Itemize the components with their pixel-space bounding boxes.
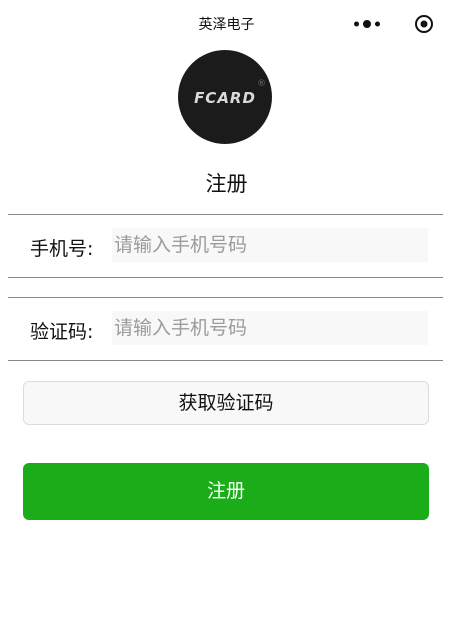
- code-input[interactable]: [112, 311, 428, 345]
- divider: [8, 214, 443, 215]
- divider: [8, 360, 443, 361]
- code-row: 验证码:: [0, 311, 453, 347]
- logo-registered-mark: ®: [257, 79, 266, 89]
- divider: [8, 277, 443, 278]
- code-label: 验证码:: [30, 321, 94, 343]
- get-code-button[interactable]: 获取验证码: [23, 381, 429, 425]
- brand-logo: FCARD ®: [178, 50, 272, 144]
- nav-title: 英泽电子: [198, 17, 255, 33]
- navigation-bar: 英泽电子: [0, 0, 453, 48]
- register-button[interactable]: 注册: [23, 463, 429, 520]
- phone-label: 手机号:: [30, 238, 94, 260]
- phone-row: 手机号:: [0, 228, 453, 264]
- page-title: 注册: [205, 172, 248, 196]
- divider: [8, 297, 443, 298]
- phone-input[interactable]: [112, 228, 428, 262]
- logo-text: FCARD: [194, 89, 256, 107]
- more-dots-icon[interactable]: [352, 16, 382, 32]
- target-close-icon[interactable]: [414, 14, 434, 34]
